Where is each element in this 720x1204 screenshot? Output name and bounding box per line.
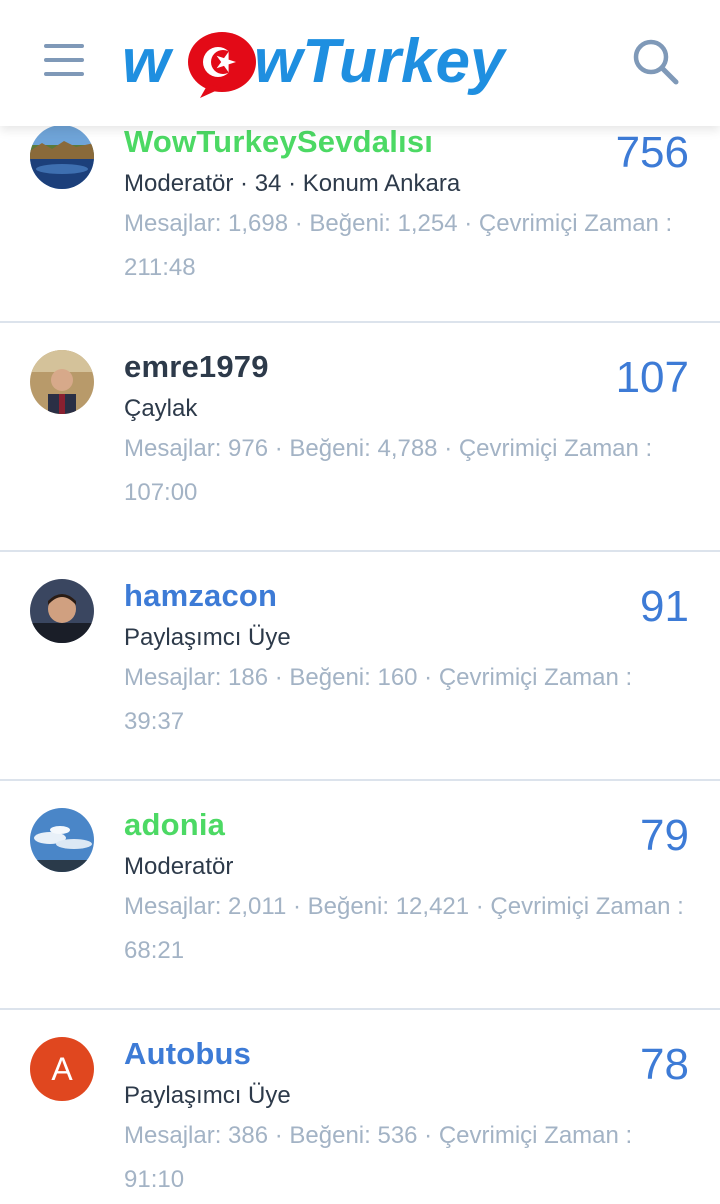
svg-text:wTurkey: wTurkey bbox=[254, 27, 508, 96]
member-role: Paylaşımcı Üye bbox=[124, 1082, 291, 1109]
member-stats: Mesajlar: 2,011 · Beğeni: 12,421 · Çevri… bbox=[124, 893, 684, 964]
member-row[interactable]: A Autobus Paylaşımcı Üye Mesajlar: 386 ·… bbox=[0, 1010, 720, 1204]
turkish-flag-logo-mark bbox=[188, 32, 256, 98]
member-count: 79 bbox=[640, 811, 689, 860]
member-name[interactable]: WowTurkeySevdalısı bbox=[124, 124, 433, 160]
member-stats: Mesajlar: 1,698 · Beğeni: 1,254 · Çevrim… bbox=[124, 210, 673, 281]
member-role: Paylaşımcı Üye bbox=[124, 624, 291, 651]
member-count: 78 bbox=[640, 1040, 689, 1089]
member-stats: Mesajlar: 976 · Beğeni: 4,788 · Çevrimiç… bbox=[124, 435, 653, 506]
member-row[interactable]: adonia Moderatör Mesajlar: 2,011 · Beğen… bbox=[0, 781, 720, 1010]
member-avatar[interactable] bbox=[30, 125, 94, 189]
member-avatar[interactable] bbox=[30, 808, 94, 872]
member-avatar[interactable] bbox=[30, 350, 94, 414]
member-count: 107 bbox=[615, 353, 689, 402]
member-name[interactable]: emre1979 bbox=[124, 349, 269, 385]
member-count: 91 bbox=[640, 582, 689, 631]
member-avatar[interactable]: A bbox=[30, 1037, 94, 1101]
member-role: Moderatör · 34 · Konum Ankara bbox=[124, 170, 461, 197]
member-name[interactable]: adonia bbox=[124, 807, 225, 843]
member-avatar[interactable] bbox=[30, 579, 94, 643]
top-header: w wTurkey bbox=[0, 0, 720, 126]
search-icon[interactable] bbox=[630, 36, 680, 86]
member-name[interactable]: Autobus bbox=[124, 1036, 251, 1072]
member-role: Moderatör bbox=[124, 853, 234, 880]
svg-text:w: w bbox=[122, 27, 174, 96]
member-role: Çaylak bbox=[124, 395, 198, 422]
hamburger-menu-icon[interactable] bbox=[44, 42, 84, 78]
member-row[interactable]: emre1979 Çaylak Mesajlar: 976 · Beğeni: … bbox=[0, 323, 720, 552]
member-stats: Mesajlar: 186 · Beğeni: 160 · Çevrimiçi … bbox=[124, 664, 633, 735]
member-row[interactable]: hamzacon Paylaşımcı Üye Mesajlar: 186 · … bbox=[0, 552, 720, 781]
wowturkey-logo[interactable]: w wTurkey bbox=[122, 24, 582, 100]
member-count: 756 bbox=[615, 128, 689, 177]
member-row[interactable]: WowTurkeySevdalısı Moderatör · 34 · Konu… bbox=[0, 100, 720, 323]
member-list: WowTurkeySevdalısı Moderatör · 34 · Konu… bbox=[0, 100, 720, 1204]
member-name[interactable]: hamzacon bbox=[124, 578, 277, 614]
member-stats: Mesajlar: 386 · Beğeni: 536 · Çevrimiçi … bbox=[124, 1122, 633, 1193]
